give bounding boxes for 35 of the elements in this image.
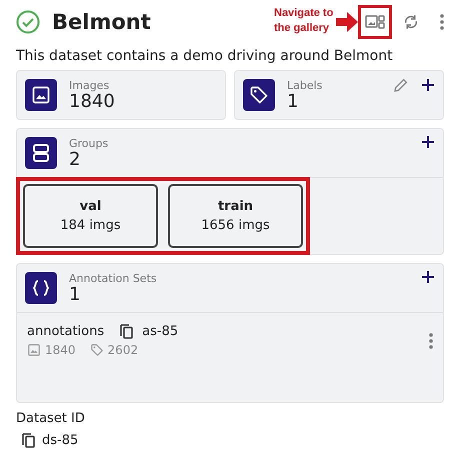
groups-count: 2 [69, 150, 80, 169]
groups-label: Groups [69, 137, 108, 150]
more-button[interactable] [440, 14, 444, 30]
tag-icon [249, 85, 269, 105]
groups-tile-icon [25, 137, 57, 169]
tag-icon [90, 343, 104, 357]
dataset-id-label: Dataset ID [16, 411, 86, 426]
add-button[interactable] [421, 270, 435, 284]
stat-label: Images [69, 79, 110, 92]
image-icon [27, 343, 41, 357]
more-button[interactable] [429, 333, 433, 349]
gallery-button[interactable] [365, 14, 385, 30]
refresh-button[interactable] [402, 13, 420, 31]
image-icon [31, 85, 51, 105]
stat-value: 1 [287, 92, 300, 111]
callout-note: Navigate to the gallery [274, 6, 334, 36]
dataset-description: This dataset contains a demo driving around Belmont [16, 48, 394, 64]
stat-label: Labels [287, 79, 322, 92]
copy-icon[interactable] [22, 432, 36, 448]
label-count: 2602 [108, 343, 138, 357]
dataset-title: Belmont [52, 10, 151, 34]
annotation-set-name: annotations [27, 324, 104, 338]
group-tile[interactable]: val 184 imgs [23, 184, 158, 248]
dataset-id: ds-85 [42, 432, 78, 448]
edit-button[interactable] [393, 77, 409, 93]
braces-tile-icon [25, 272, 57, 304]
annotation-sets-label: Annotation Sets [69, 272, 157, 285]
stat-value: 1840 [69, 92, 115, 111]
add-button[interactable] [421, 77, 435, 93]
copy-icon[interactable] [120, 323, 134, 339]
annotation-sets-count: 1 [69, 285, 82, 304]
group-tile[interactable]: train 1656 imgs [168, 184, 303, 248]
add-button[interactable] [421, 135, 435, 149]
annotation-set-id: as-85 [142, 324, 178, 338]
image-count: 1840 [45, 343, 76, 357]
